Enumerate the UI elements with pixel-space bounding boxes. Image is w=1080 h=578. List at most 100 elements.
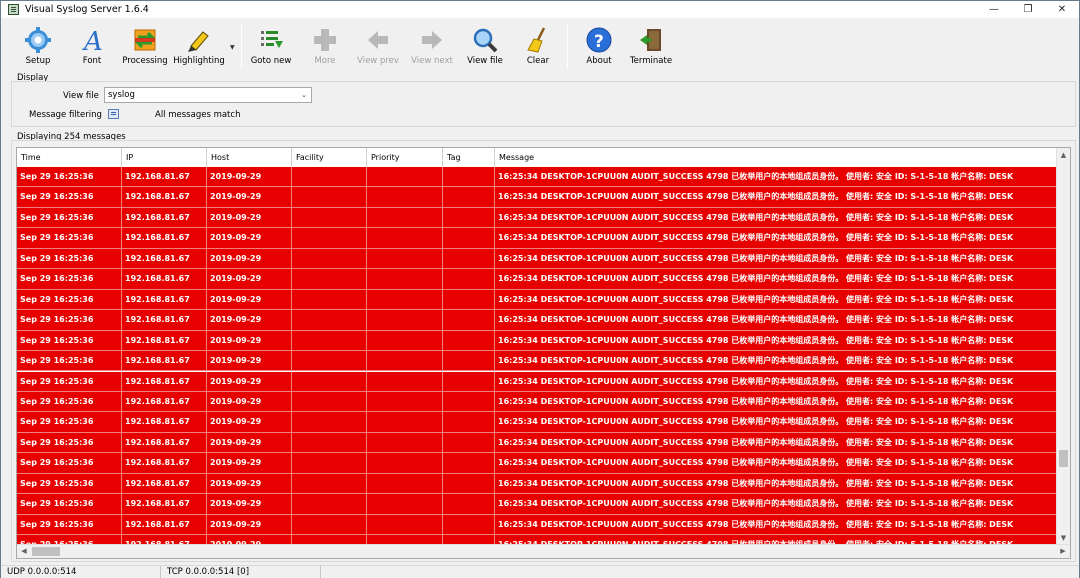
table-row[interactable]: Sep 29 16:25:36 192.168.81.67 2019-09-29 16… (17, 473, 1057, 495)
processing-button[interactable]: Processing (122, 23, 168, 69)
help-icon: ? (586, 27, 612, 53)
horizontal-scrollbar[interactable]: ◀ ▶ (17, 544, 1070, 558)
toolbar-separator (241, 25, 242, 69)
filter-settings-icon[interactable] (108, 109, 119, 119)
title-bar[interactable]: Visual Syslog Server 1.6.4 — ❐ ✕ (1, 1, 1079, 18)
broom-icon (527, 27, 546, 53)
chevron-down-icon: ⌄ (301, 91, 307, 99)
vertical-scroll-thumb[interactable] (1059, 450, 1068, 467)
cell-host: 2019-09-29 (207, 514, 292, 535)
cell-message: 16:25:34 DESKTOP-1CPUU0N AUDIT_SUCCESS 4… (495, 391, 1057, 412)
terminate-label: Terminate (629, 56, 673, 66)
table-row[interactable]: Sep 29 16:25:36 192.168.81.67 2019-09-29 16… (17, 453, 1057, 474)
view-file-select[interactable]: syslog ⌄ (104, 87, 312, 103)
horizontal-scroll-thumb[interactable] (32, 547, 60, 556)
view-prev-button[interactable]: View prev (357, 23, 399, 69)
cell-ip: 192.168.81.67 (122, 248, 207, 269)
scroll-right-icon[interactable]: ▶ (1056, 545, 1070, 558)
scroll-down-icon[interactable]: ▼ (1057, 531, 1070, 545)
table-row[interactable]: Sep 29 16:25:36 192.168.81.67 2019-09-29 16… (17, 167, 1057, 188)
table-row[interactable]: Sep 29 16:25:36 192.168.81.67 2019-09-29 16… (17, 289, 1057, 311)
goto-new-button[interactable]: Goto new (251, 23, 291, 69)
column-header-host[interactable]: Host (207, 148, 292, 167)
table-row[interactable]: Sep 29 16:25:36 192.168.81.67 2019-09-29 16… (17, 330, 1057, 351)
cell-time: Sep 29 16:25:36 (17, 351, 122, 372)
minimize-button[interactable]: — (977, 1, 1011, 18)
table-row[interactable]: Sep 29 16:25:36 192.168.81.67 2019-09-29 16… (17, 351, 1057, 372)
filter-status-text: All messages match (155, 110, 241, 120)
cell-tag (443, 269, 495, 290)
column-header-ip[interactable]: IP (122, 148, 207, 167)
view-next-button[interactable]: View next (411, 23, 453, 69)
highlighting-dropdown-icon[interactable]: ▼ (230, 44, 235, 51)
cell-host: 2019-09-29 (207, 310, 292, 331)
table-row[interactable]: Sep 29 16:25:36 192.168.81.67 2019-09-29 16… (17, 248, 1057, 270)
cell-message: 16:25:34 DESKTOP-1CPUU0N AUDIT_SUCCESS 4… (495, 248, 1057, 269)
table-row[interactable]: Sep 29 16:25:36 192.168.81.67 2019-09-29 16… (17, 514, 1057, 536)
cell-tag (443, 310, 495, 331)
cell-message: 16:25:34 DESKTOP-1CPUU0N AUDIT_SUCCESS 4… (495, 187, 1057, 208)
font-icon: A (82, 27, 103, 54)
cell-ip: 192.168.81.67 (122, 371, 207, 392)
table-header: Time IP Host Facility Priority Tag Messa… (17, 148, 1057, 167)
cell-facility (292, 514, 367, 535)
messages-table: Time IP Host Facility Priority Tag Messa… (16, 147, 1071, 559)
about-label: About (586, 56, 612, 66)
more-button[interactable]: More (309, 23, 341, 69)
table-row[interactable]: Sep 29 16:25:36 192.168.81.67 2019-09-29 16… (17, 432, 1057, 454)
vertical-scrollbar[interactable]: ▲ ▼ (1056, 148, 1070, 545)
setup-button[interactable]: Setup (21, 23, 55, 69)
cell-host: 2019-09-29 (207, 432, 292, 453)
terminate-button[interactable]: Terminate (629, 23, 673, 69)
view-prev-label: View prev (357, 56, 399, 66)
about-button[interactable]: ? About (583, 23, 615, 69)
cell-priority (367, 289, 443, 310)
cell-ip: 192.168.81.67 (122, 269, 207, 290)
table-row[interactable]: Sep 29 16:25:36 192.168.81.67 2019-09-29 16… (17, 228, 1057, 249)
cell-facility (292, 473, 367, 494)
table-row[interactable]: Sep 29 16:25:36 192.168.81.67 2019-09-29 16… (17, 412, 1057, 433)
cell-host: 2019-09-29 (207, 412, 292, 433)
scroll-left-icon[interactable]: ◀ (17, 545, 31, 558)
cell-facility (292, 228, 367, 249)
column-header-tag[interactable]: Tag (443, 148, 495, 167)
column-header-message[interactable]: Message (495, 148, 1057, 167)
cell-priority (367, 269, 443, 290)
cell-host: 2019-09-29 (207, 391, 292, 412)
table-row[interactable]: Sep 29 16:25:36 192.168.81.67 2019-09-29 16… (17, 187, 1057, 208)
arrow-left-icon (368, 31, 388, 49)
column-header-priority[interactable]: Priority (367, 148, 443, 167)
cell-priority (367, 412, 443, 433)
cell-message: 16:25:34 DESKTOP-1CPUU0N AUDIT_SUCCESS 4… (495, 207, 1057, 228)
clear-label: Clear (526, 56, 550, 66)
view-next-label: View next (411, 56, 453, 66)
cell-host: 2019-09-29 (207, 187, 292, 208)
cell-tag (443, 289, 495, 310)
table-row[interactable]: Sep 29 16:25:36 192.168.81.67 2019-09-29 16… (17, 391, 1057, 413)
status-bar: UDP 0.0.0.0:514 TCP 0.0.0.0:514 [0] (1, 565, 1079, 578)
cell-time: Sep 29 16:25:36 (17, 453, 122, 474)
table-row[interactable]: Sep 29 16:25:36 192.168.81.67 2019-09-29 16… (17, 269, 1057, 290)
cell-priority (367, 494, 443, 515)
goto-new-label: Goto new (250, 56, 292, 66)
window-controls: — ❐ ✕ (977, 1, 1079, 18)
table-row[interactable]: Sep 29 16:25:36 192.168.81.67 2019-09-29 16… (17, 310, 1057, 331)
highlighting-button[interactable]: Highlighting (173, 23, 225, 69)
table-row[interactable]: Sep 29 16:25:36 192.168.81.67 2019-09-29 16… (17, 494, 1057, 515)
goto-new-icon (261, 31, 283, 48)
cell-time: Sep 29 16:25:36 (17, 310, 122, 331)
view-file-button[interactable]: View file (466, 23, 504, 69)
gear-icon (25, 27, 51, 53)
close-button[interactable]: ✕ (1045, 1, 1079, 18)
cell-priority (367, 391, 443, 412)
restore-button[interactable]: ❐ (1011, 1, 1045, 18)
table-row[interactable]: Sep 29 16:25:36 192.168.81.67 2019-09-29 16… (17, 371, 1057, 392)
column-header-facility[interactable]: Facility (292, 148, 367, 167)
cell-host: 2019-09-29 (207, 494, 292, 515)
clear-button[interactable]: Clear (523, 23, 553, 69)
cell-time: Sep 29 16:25:36 (17, 514, 122, 535)
column-header-time[interactable]: Time (17, 148, 122, 167)
scroll-up-icon[interactable]: ▲ (1057, 148, 1070, 162)
table-row[interactable]: Sep 29 16:25:36 192.168.81.67 2019-09-29 16… (17, 207, 1057, 229)
font-button[interactable]: A Font (75, 23, 109, 69)
